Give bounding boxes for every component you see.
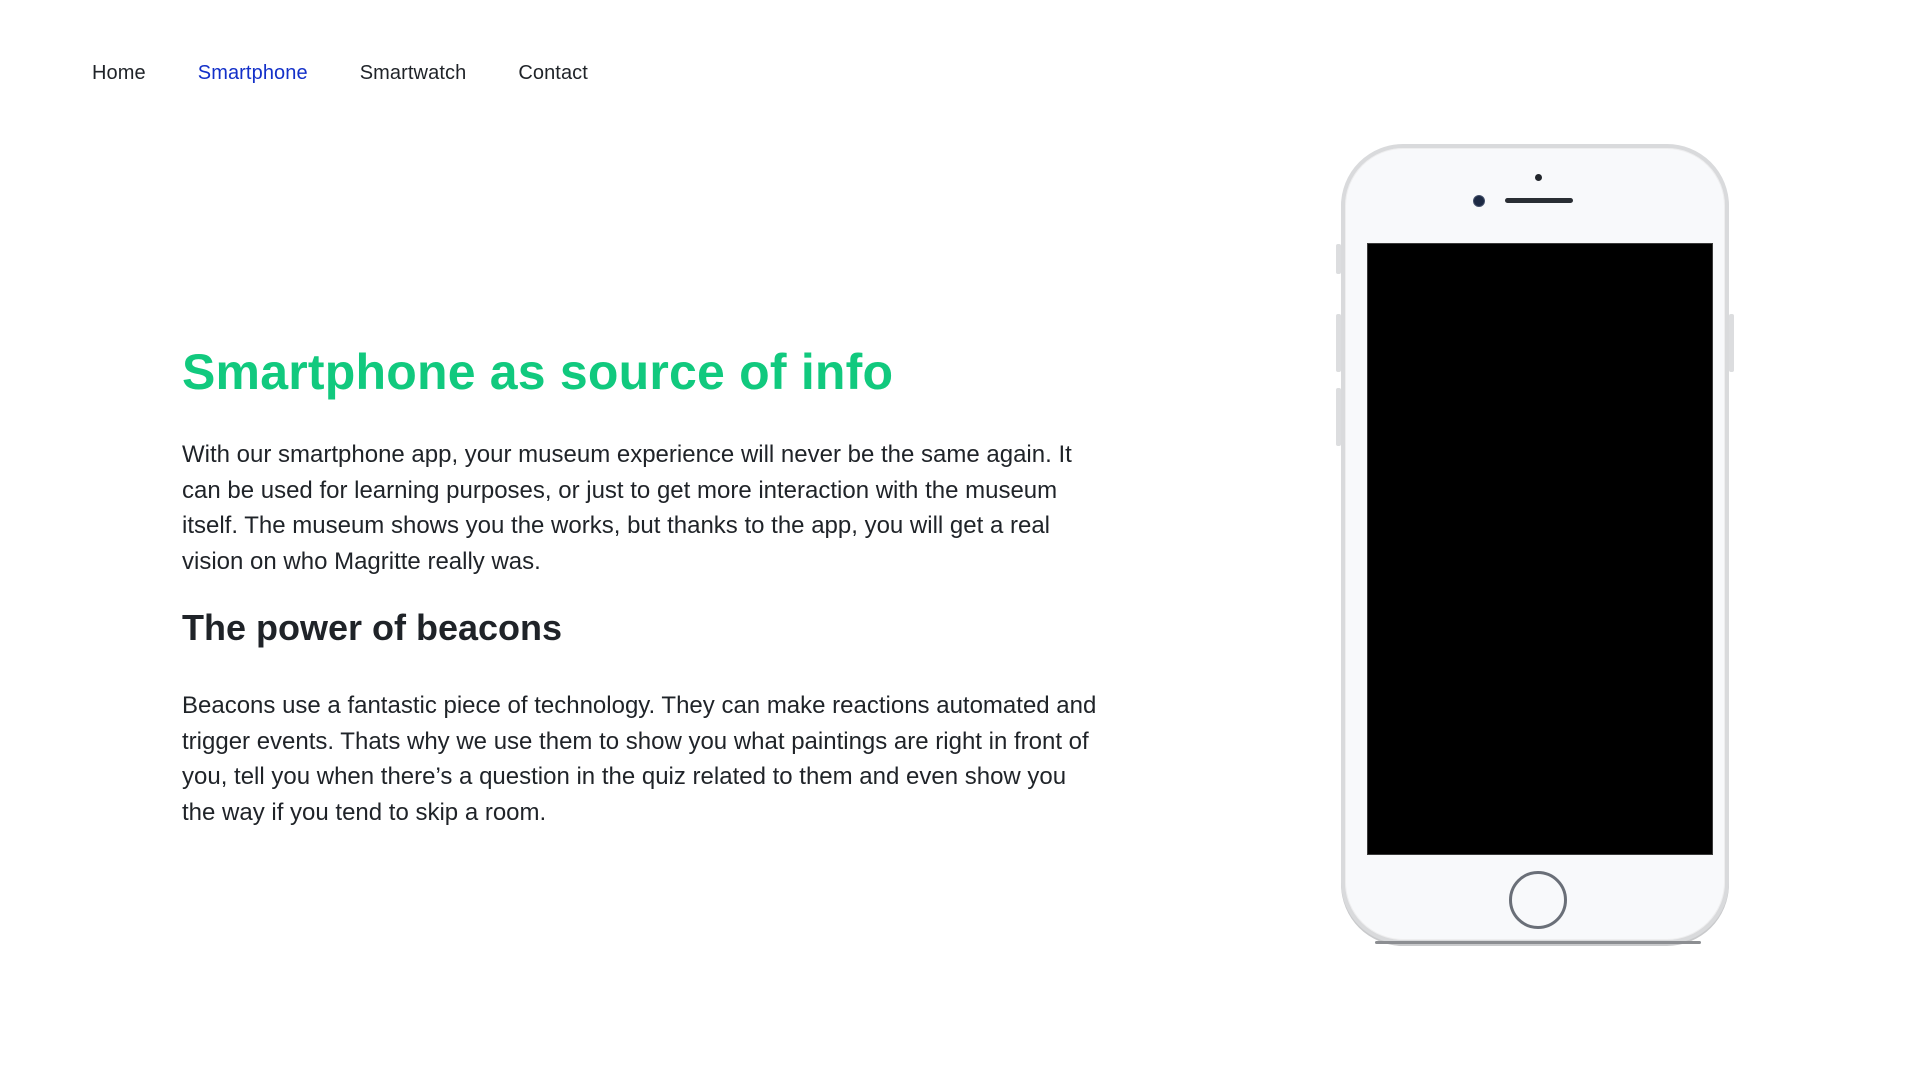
phone-screen — [1367, 243, 1713, 855]
phone-speaker — [1505, 198, 1573, 203]
phone-body — [1341, 144, 1729, 944]
beacons-paragraph: Beacons use a fantastic piece of technol… — [182, 692, 1097, 826]
intro-paragraph: With our smartphone app, your museum exp… — [182, 441, 1072, 575]
smartphone-mockup-icon — [1336, 144, 1735, 946]
section-title-beacons: The power of beacons — [182, 607, 563, 648]
nav-item-smartwatch[interactable]: Smartwatch — [360, 62, 467, 85]
phone-sensor-dot — [1535, 174, 1542, 181]
phone-home-button — [1509, 871, 1567, 929]
page-title: Smartphone as source of info — [182, 344, 894, 400]
nav-item-home[interactable]: Home — [92, 62, 146, 85]
main-content: Smartphone as source of info With our sm… — [182, 340, 1102, 830]
main-nav: Home Smartphone Smartwatch Contact — [92, 62, 588, 85]
nav-item-smartphone[interactable]: Smartphone — [198, 62, 308, 85]
phone-camera — [1473, 195, 1485, 207]
phone-power-button — [1729, 314, 1734, 372]
phone-bottom-edge — [1375, 941, 1701, 944]
page: Home Smartphone Smartwatch Contact Smart… — [0, 0, 1920, 1080]
nav-item-contact[interactable]: Contact — [518, 62, 588, 85]
